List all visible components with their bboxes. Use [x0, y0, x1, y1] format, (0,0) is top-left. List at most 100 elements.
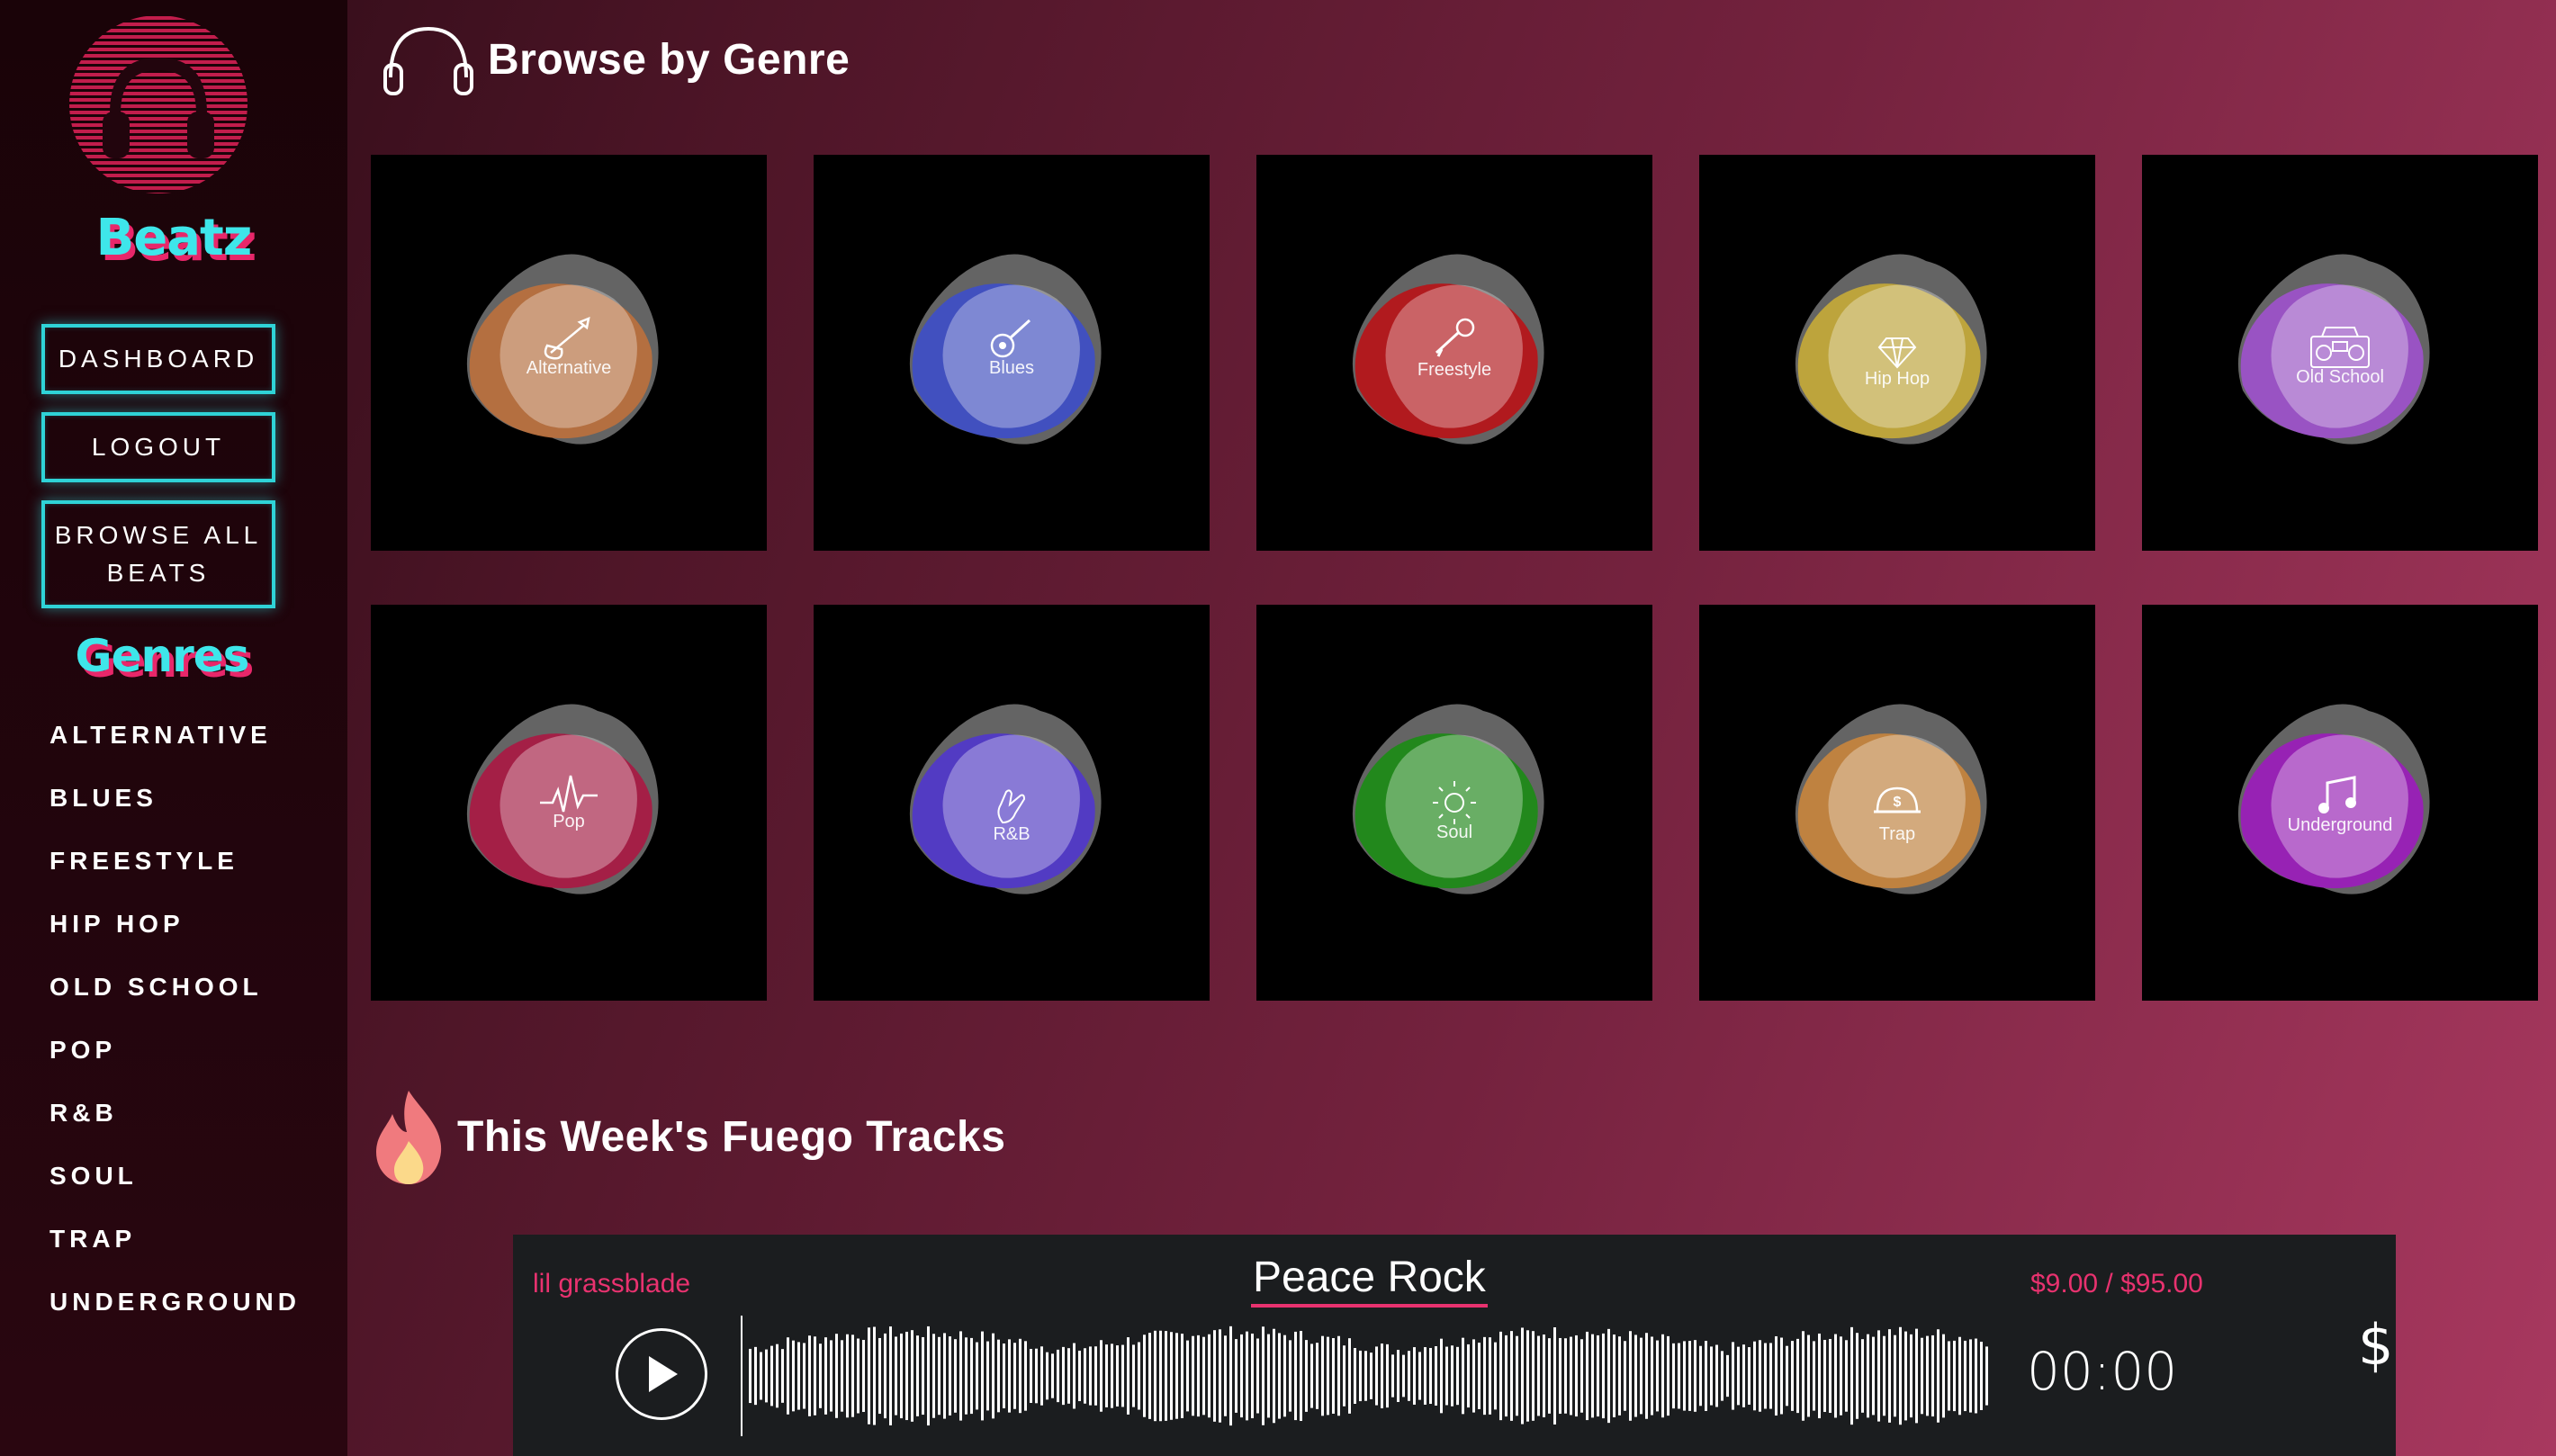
waveform-bar	[1138, 1342, 1140, 1410]
dashboard-button[interactable]: DASHBOARD	[41, 324, 275, 394]
genre-link-alternative[interactable]: ALTERNATIVE	[50, 715, 301, 778]
track-player: lil grassblade Peace Rock $9.00 / $95.00…	[513, 1235, 2396, 1456]
waveform-bar	[1850, 1326, 1853, 1425]
pulse-icon	[540, 775, 598, 813]
genre-tile-underground[interactable]: Underground	[2142, 605, 2538, 1001]
play-icon	[649, 1356, 678, 1392]
waveform-bar	[1435, 1346, 1437, 1406]
microphone-icon	[1435, 318, 1475, 357]
genre-link-pop[interactable]: POP	[50, 1030, 301, 1093]
waveform-bar	[1548, 1338, 1551, 1414]
waveform-bar	[1035, 1348, 1038, 1404]
waveform-bar	[1883, 1335, 1886, 1416]
waveform-bar	[1705, 1341, 1707, 1411]
genre-link-hip-hop[interactable]: HIP HOP	[50, 904, 301, 967]
waveform-bar	[1899, 1326, 1902, 1425]
sun-icon	[1433, 781, 1476, 824]
waveform-bar	[803, 1343, 806, 1409]
artist-name[interactable]: lil grassblade	[533, 1269, 690, 1299]
track-title[interactable]: Peace Rock	[1251, 1253, 1488, 1308]
waveform-bar	[857, 1338, 860, 1414]
genre-tile-alternative[interactable]: Alternative	[371, 155, 767, 551]
waveform-bar	[1786, 1345, 1788, 1407]
waveform-bar	[938, 1336, 940, 1416]
waveform-bar	[1337, 1335, 1340, 1416]
buy-button[interactable]: $	[2358, 1312, 2393, 1378]
waveform-bar	[1532, 1331, 1534, 1421]
waveform-bar	[1775, 1335, 1778, 1416]
waveform-bar	[1429, 1347, 1432, 1405]
genre-tile-blues[interactable]: Blues	[814, 155, 1210, 551]
waveform-bar	[1829, 1338, 1832, 1414]
genre-tile-hip-hop[interactable]: Hip Hop	[1699, 155, 2095, 551]
waveform[interactable]	[740, 1316, 1989, 1436]
waveform-bar	[1953, 1340, 1956, 1412]
diamond-icon	[1877, 337, 1917, 369]
waveform-bar	[851, 1335, 854, 1417]
genre-link-rnb[interactable]: R&B	[50, 1093, 301, 1156]
waveform-bar	[932, 1334, 935, 1418]
genre-link-underground[interactable]: UNDERGROUND	[50, 1282, 301, 1345]
genre-tile-soul[interactable]: Soul	[1256, 605, 1652, 1001]
waveform-bar	[1813, 1341, 1815, 1411]
waveform-bar	[1915, 1328, 1918, 1424]
waveform-bar	[1483, 1336, 1486, 1416]
waveform-bar	[765, 1349, 768, 1403]
genre-link-freestyle[interactable]: FREESTYLE	[50, 841, 301, 904]
waveform-bar	[1051, 1353, 1054, 1398]
waveform-bar	[1910, 1334, 1912, 1418]
waveform-bar	[1516, 1335, 1518, 1416]
browse-all-beats-button[interactable]: BROWSE ALL BEATS	[41, 500, 275, 608]
waveform-bar	[1229, 1326, 1232, 1426]
svg-text:$: $	[1894, 795, 1902, 810]
waveform-bar	[781, 1349, 784, 1403]
genre-link-soul[interactable]: SOUL	[50, 1156, 301, 1219]
genre-link-old-school[interactable]: OLD SCHOOL	[50, 967, 301, 1030]
waveform-bar	[787, 1337, 789, 1415]
waveform-bar	[1391, 1354, 1394, 1398]
waveform-bar	[1451, 1345, 1454, 1407]
waveform-bar	[1526, 1330, 1529, 1422]
waveform-bar	[1127, 1337, 1130, 1415]
waveform-bar	[1769, 1343, 1772, 1409]
fuego-title: This Week's Fuego Tracks	[457, 1112, 1006, 1161]
waveform-bar	[1618, 1336, 1621, 1416]
waveform-bar	[1969, 1339, 1972, 1413]
waveform-bar	[1688, 1341, 1691, 1411]
waveform-bar	[1926, 1335, 1929, 1416]
waveform-bar	[1823, 1339, 1826, 1413]
waveform-bar	[1202, 1336, 1205, 1416]
waveform-bar	[824, 1337, 827, 1415]
waveform-bar	[1251, 1333, 1254, 1419]
waveform-bar	[981, 1331, 984, 1421]
waveform-bar	[1154, 1330, 1156, 1422]
play-button[interactable]	[616, 1328, 707, 1420]
waveform-bar	[1370, 1353, 1372, 1399]
genre-link-blues[interactable]: BLUES	[50, 778, 301, 841]
genre-tile-pop[interactable]: Pop	[371, 605, 767, 1001]
waveform-bar	[1316, 1343, 1318, 1409]
waveform-bar	[1597, 1335, 1599, 1417]
genre-link-trap[interactable]: TRAP	[50, 1219, 301, 1282]
waveform-bar	[1958, 1336, 1961, 1416]
waveform-bar	[1759, 1340, 1761, 1412]
waveform-bar	[949, 1336, 951, 1416]
waveform-bar	[1121, 1344, 1124, 1407]
genre-tile-trap[interactable]: Trap $	[1699, 605, 2095, 1001]
waveform-bar	[1462, 1337, 1464, 1415]
sidebar: Beatz DASHBOARD LOGOUT BROWSE ALL BEATS …	[0, 0, 347, 1456]
waveform-bar	[1672, 1343, 1675, 1409]
waveform-bar	[841, 1340, 843, 1412]
genre-tile-freestyle[interactable]: Freestyle	[1256, 155, 1652, 551]
waveform-bar	[1343, 1345, 1346, 1407]
beatz-logo-icon[interactable]	[67, 13, 250, 196]
genre-tile-rnb[interactable]: R&B	[814, 605, 1210, 1001]
waveform-bar	[1942, 1334, 1945, 1418]
genre-tile-old-school[interactable]: Old School	[2142, 155, 2538, 551]
waveform-bar	[1624, 1341, 1626, 1411]
waveform-bar	[1818, 1333, 1821, 1419]
waveform-bar	[1359, 1350, 1362, 1402]
logout-button[interactable]: LOGOUT	[41, 412, 275, 482]
waveform-bar	[1019, 1338, 1022, 1414]
waveform-bar	[1872, 1336, 1875, 1416]
